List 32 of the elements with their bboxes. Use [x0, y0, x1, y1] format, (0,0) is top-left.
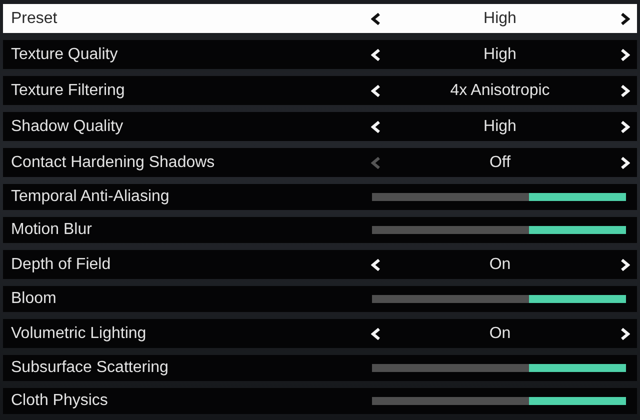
setting-label: Motion Blur [11, 221, 93, 239]
setting-value: On [488, 324, 512, 342]
setting-value: High [482, 46, 518, 64]
setting-label: Temporal Anti-Aliasing [11, 188, 170, 206]
setting-label: Shadow Quality [11, 118, 124, 136]
setting-row[interactable]: Preset High [3, 4, 637, 33]
slider-track[interactable] [372, 295, 626, 303]
setting-value: On [488, 256, 512, 274]
chevron-left-icon[interactable] [371, 12, 381, 24]
setting-label: Cloth Physics [11, 392, 109, 410]
setting-value: High [482, 118, 518, 136]
setting-label: Depth of Field [11, 256, 112, 274]
slider-track[interactable] [372, 397, 626, 405]
setting-label: Subsurface Scattering [11, 359, 170, 377]
setting-label: Texture Quality [11, 46, 119, 64]
slider-track[interactable] [372, 364, 626, 372]
setting-label: Texture Filtering [11, 82, 126, 100]
setting-value: 4x Anisotropic [449, 82, 551, 100]
setting-value: High [482, 10, 518, 28]
setting-row[interactable]: Cloth Physics [3, 388, 637, 414]
slider-track[interactable] [372, 226, 626, 234]
setting-row[interactable]: Subsurface Scattering [3, 355, 637, 381]
setting-row[interactable]: Motion Blur [3, 217, 637, 243]
setting-label: Bloom [11, 290, 58, 308]
slider-track[interactable] [372, 193, 626, 201]
chevron-right-icon[interactable] [620, 12, 630, 24]
setting-label: Contact Hardening Shadows [11, 154, 216, 172]
setting-row[interactable]: Temporal Anti-Aliasing [3, 184, 637, 210]
setting-label: Volumetric Lighting [11, 324, 148, 342]
setting-row[interactable]: Bloom [3, 286, 637, 312]
setting-value: Off [488, 154, 512, 172]
setting-label: Preset [11, 10, 58, 28]
